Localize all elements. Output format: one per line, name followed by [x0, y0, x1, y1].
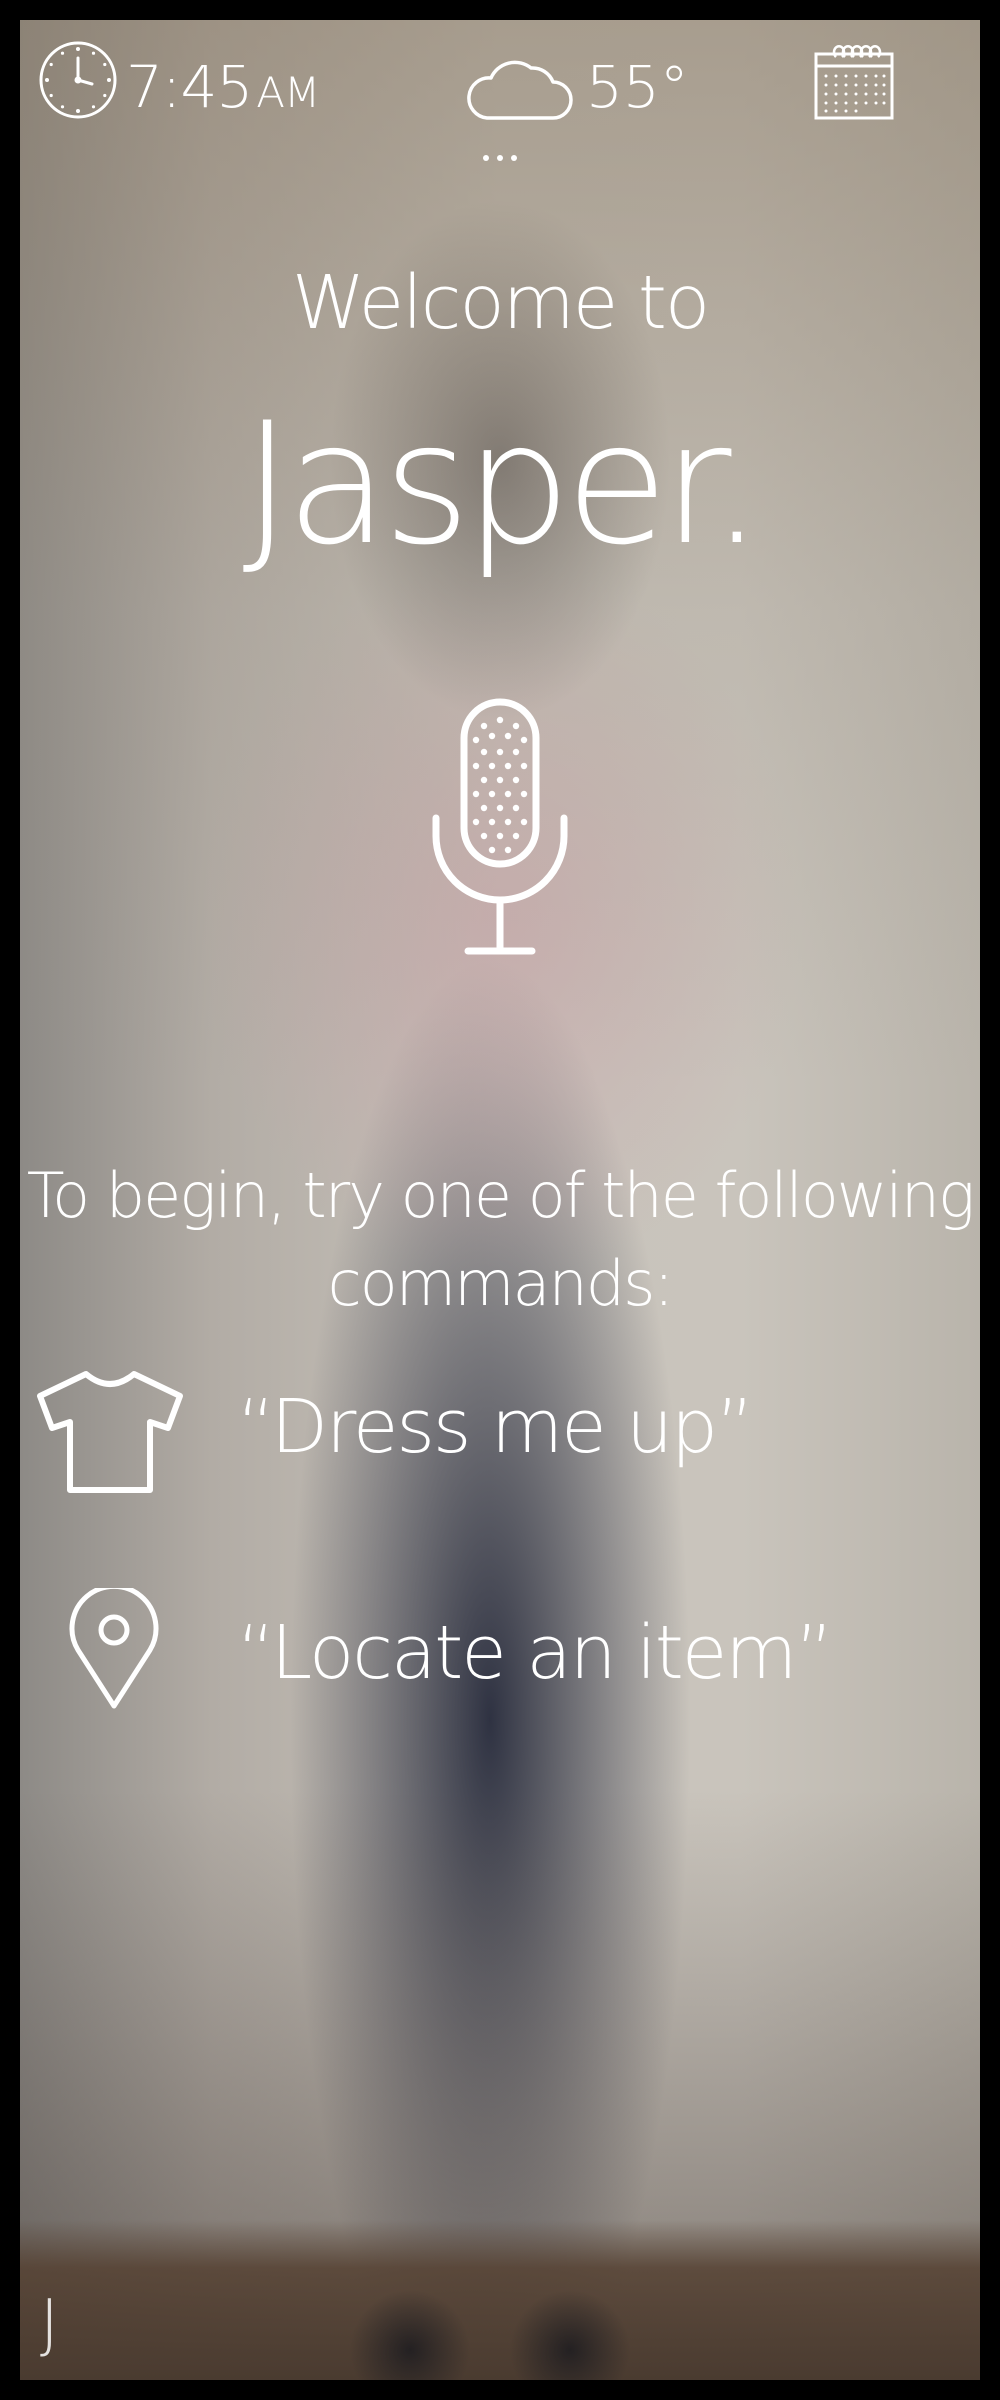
app-screen: 7:45AM 55° Welcome to Jasper. To begin, …	[20, 20, 980, 2380]
status-bar: 7:45AM 55°	[20, 20, 980, 170]
command-dress-me-up[interactable]: “Dress me up”	[20, 1352, 980, 1502]
time-ampm: AM	[256, 68, 320, 117]
temperature-value: 55°	[586, 53, 689, 121]
clock-icon[interactable]	[38, 40, 118, 120]
time-value: 7:45	[126, 53, 253, 121]
command-label: “Locate an item”	[237, 1610, 834, 1696]
instruction-text: To begin, try one of the following comma…	[20, 1152, 980, 1328]
app-name-title: Jasper.	[242, 386, 763, 582]
command-locate-an-item[interactable]: “Locate an item”	[20, 1566, 980, 1716]
app-ui: 7:45AM 55° Welcome to Jasper. To begin, …	[20, 20, 980, 2380]
location-pin-icon	[69, 1588, 159, 1709]
calendar-icon[interactable]	[812, 42, 896, 122]
welcome-heading: Welcome to	[291, 260, 710, 346]
cloud-icon[interactable]	[465, 48, 575, 128]
app-logo: J	[40, 2287, 59, 2361]
microphone-icon[interactable]	[428, 696, 572, 962]
more-icon[interactable]	[480, 152, 520, 164]
instruction-line-2: commands:	[327, 1247, 675, 1320]
time-display: 7:45AM	[126, 58, 320, 117]
instruction-line-1: To begin, try one of the following	[26, 1159, 975, 1232]
tshirt-icon	[37, 1371, 183, 1493]
command-label: “Dress me up”	[237, 1384, 754, 1470]
